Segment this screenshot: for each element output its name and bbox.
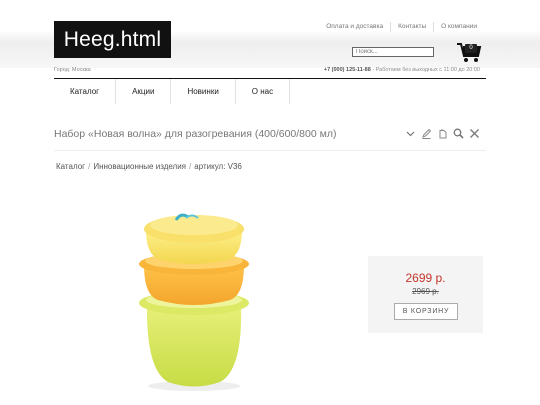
nav-item-catalog[interactable]: Каталог	[54, 79, 117, 104]
cart-count-badge: 0	[465, 44, 477, 53]
breadcrumb-separator: /	[88, 162, 91, 171]
nav-item-sales[interactable]: Акции	[116, 79, 172, 104]
top-links: Оплата и доставка Контакты О компании	[319, 22, 484, 32]
title-divider	[54, 150, 486, 151]
breadcrumb-category[interactable]: Инновационные изделия	[93, 162, 186, 171]
product-image[interactable]	[128, 200, 288, 400]
breadcrumb-article: артикул: V36	[194, 162, 242, 171]
zoom-icon[interactable]	[452, 127, 465, 140]
title-toolbar	[404, 127, 481, 140]
breadcrumb-separator: /	[189, 162, 192, 171]
chevron-down-icon[interactable]	[404, 127, 417, 140]
product-price: 2699 р.	[405, 271, 446, 285]
top-link-contacts[interactable]: Контакты	[390, 22, 433, 32]
price-box: 2699 р. 2969 р. В КОРЗИНУ	[368, 256, 483, 333]
close-icon[interactable]	[468, 127, 481, 140]
logo[interactable]: Heeg.html	[54, 21, 171, 58]
nav-item-new[interactable]: Новинки	[171, 79, 236, 104]
top-link-about[interactable]: О компании	[433, 22, 484, 32]
top-link-payment[interactable]: Оплата и доставка	[319, 22, 390, 32]
nav-item-about[interactable]: О нас	[236, 79, 291, 104]
city-label: Город: Москва	[54, 67, 91, 73]
contact-line: +7 (000) 125-11-88 - Работаем без выходн…	[324, 67, 480, 73]
old-price: 2969 р.	[412, 287, 439, 296]
search-input[interactable]	[352, 47, 434, 57]
main-nav: Каталог Акции Новинки О нас	[54, 78, 486, 104]
breadcrumb-catalog[interactable]: Каталог	[56, 162, 85, 171]
working-hours: - Работаем без выходных с 11:00 до 20:00	[370, 67, 480, 73]
breadcrumb: Каталог / Инновационные изделия / артику…	[56, 162, 242, 171]
page-title: Набор «Новая волна» для разогревания (40…	[54, 128, 337, 140]
copy-icon[interactable]	[436, 127, 449, 140]
phone-number: +7 (000) 125-11-88	[323, 67, 371, 73]
edit-icon[interactable]	[420, 127, 433, 140]
add-to-cart-button[interactable]: В КОРЗИНУ	[394, 303, 458, 320]
